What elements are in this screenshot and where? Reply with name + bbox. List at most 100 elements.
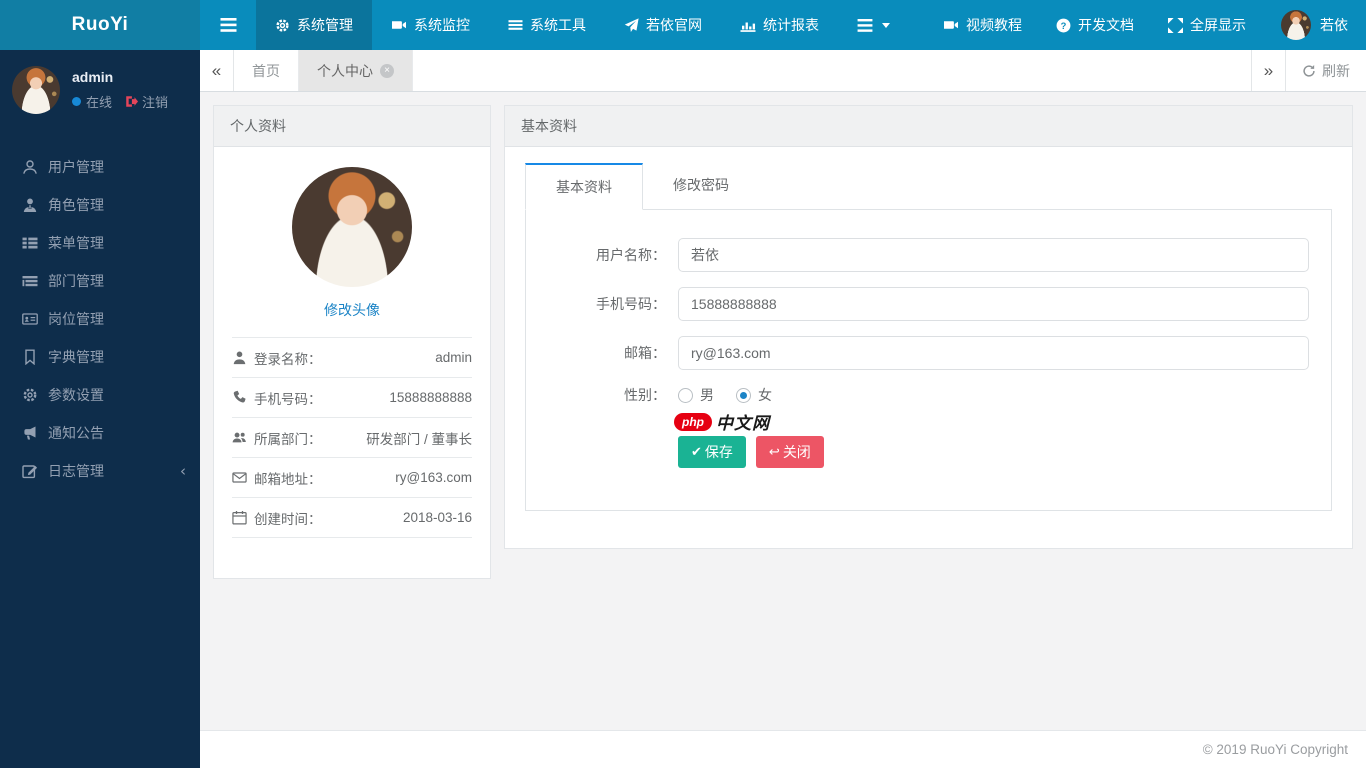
- profile-value-phone: 15888888888: [389, 390, 472, 405]
- list-item: 创建时间： 2018-03-16: [232, 498, 472, 538]
- sidebar-item-dept-manage[interactable]: 部门管理: [0, 262, 200, 300]
- profile-value-login-name: admin: [435, 350, 472, 365]
- calendar-icon: [232, 510, 247, 525]
- sidebar-toggle-button[interactable]: [200, 0, 256, 50]
- refresh-icon: [1302, 64, 1316, 78]
- sidebar-item-role-manage[interactable]: 角色管理: [0, 186, 200, 224]
- user-icon: [232, 350, 247, 365]
- topnav-item-system-manage[interactable]: 系统管理: [256, 0, 372, 50]
- user-icon: [22, 159, 38, 175]
- menu-list-icon: [22, 235, 38, 251]
- gender-radio-male[interactable]: 男: [678, 385, 714, 405]
- topnav-label: 统计报表: [763, 17, 819, 33]
- user-name: 若依: [1320, 17, 1348, 33]
- php-badge: php: [674, 412, 712, 431]
- sidebar-item-param-settings[interactable]: 参数设置: [0, 376, 200, 414]
- page-footer: © 2019 RuoYi Copyright: [200, 730, 1366, 768]
- change-avatar-link[interactable]: 修改头像: [232, 300, 472, 320]
- radio-icon: [678, 387, 693, 403]
- radio-checked-icon: [736, 387, 751, 403]
- page-tabs-bar: 首页 个人中心 刷新: [200, 50, 1366, 92]
- panel-title: 个人资料: [214, 106, 490, 147]
- reply-icon: ↩: [768, 444, 780, 460]
- topnav-item-report[interactable]: 统计报表: [721, 0, 838, 50]
- send-icon: [624, 17, 639, 33]
- topnav-label: 系统工具: [530, 17, 586, 33]
- tab-change-password[interactable]: 修改密码: [643, 163, 759, 209]
- sidebar-menu: 用户管理 角色管理 菜单管理 部门管理 岗位管理 字典管理 参数设置 通知公告 …: [0, 148, 200, 490]
- topnav-item-fullscreen[interactable]: 全屏显示: [1151, 0, 1263, 50]
- basic-info-panel: 基本资料 基本资料 修改密码 用户名称： 手机号码：: [504, 105, 1353, 549]
- video-icon: [943, 17, 959, 33]
- close-button[interactable]: ↩ 关闭: [755, 436, 824, 468]
- log-edit-icon: [22, 463, 38, 479]
- avatar[interactable]: [12, 66, 60, 114]
- sidebar-item-menu-manage[interactable]: 菜单管理: [0, 224, 200, 262]
- profile-value-email: ry@163.com: [395, 470, 472, 485]
- phone-icon: [232, 390, 247, 405]
- topnav-item-system-monitor[interactable]: 系统监控: [372, 0, 489, 50]
- list-item: 邮箱地址： ry@163.com: [232, 458, 472, 498]
- topnav-label: 系统管理: [297, 17, 353, 33]
- profile-avatar[interactable]: [292, 167, 412, 287]
- top-menu-right: 视频教程 ? 开发文档 全屏显示 若依: [926, 0, 1366, 50]
- field-label-gender: 性别：: [624, 387, 666, 403]
- mail-icon: [232, 470, 247, 485]
- bookmark-icon: [22, 349, 38, 365]
- top-menu: 系统管理 系统监控 系统工具 若依官网 统计报表: [256, 0, 909, 50]
- panel-title: 基本资料: [505, 106, 1352, 147]
- sidebar-profile: admin 在线 注销: [0, 50, 200, 124]
- role-icon: [22, 197, 38, 213]
- sidebar-item-post-manage[interactable]: 岗位管理: [0, 300, 200, 338]
- topnav-item-system-tools[interactable]: 系统工具: [489, 0, 605, 50]
- sidebar: admin 在线 注销 用户管理 角色管理 菜单管理 部门管理 岗位管理 字典管…: [0, 50, 200, 768]
- field-label-username: 用户名称：: [596, 247, 666, 263]
- topnav-label: 系统监控: [414, 17, 470, 33]
- sidebar-user-name: admin: [72, 69, 114, 85]
- form-tab-content: 用户名称： 手机号码： 邮箱： 性别：: [525, 210, 1332, 511]
- topnav-label: 开发文档: [1078, 17, 1134, 33]
- chevron-down-icon: [882, 22, 890, 28]
- user-dropdown[interactable]: 若依: [1263, 0, 1366, 50]
- sidebar-item-dict-manage[interactable]: 字典管理: [0, 338, 200, 376]
- tab-home[interactable]: 首页: [234, 50, 299, 91]
- sidebar-item-log-manage[interactable]: 日志管理 ‹: [0, 452, 200, 490]
- refresh-button[interactable]: 刷新: [1285, 50, 1366, 91]
- tabs-scroll-right-button[interactable]: [1251, 50, 1285, 91]
- profile-panel: 个人资料 修改头像 登录名称： admin 手机号码： 15888888888 …: [213, 105, 491, 579]
- username-input[interactable]: [678, 238, 1309, 272]
- email-input[interactable]: [678, 336, 1309, 370]
- list-item: 登录名称： admin: [232, 338, 472, 378]
- bullhorn-icon: [22, 425, 38, 441]
- list-item: 所属部门： 研发部门 / 董事长: [232, 418, 472, 458]
- phone-input[interactable]: [678, 287, 1309, 321]
- topnav-item-video-tutorial[interactable]: 视频教程: [926, 0, 1039, 50]
- sidebar-item-user-manage[interactable]: 用户管理: [0, 148, 200, 186]
- menu-lines-icon: [857, 18, 873, 32]
- online-dot-icon: [72, 97, 81, 106]
- gender-radio-female[interactable]: 女: [736, 385, 772, 405]
- tab-close-icon[interactable]: [380, 63, 394, 78]
- sidebar-item-notice[interactable]: 通知公告: [0, 414, 200, 452]
- settings-icon: [22, 387, 38, 403]
- more-menus-dropdown[interactable]: [838, 0, 909, 50]
- topnav-item-dev-docs[interactable]: ? 开发文档: [1039, 0, 1151, 50]
- brand-logo[interactable]: RuoYi: [0, 0, 200, 50]
- save-button[interactable]: ✔ 保存: [678, 436, 746, 468]
- profile-value-create-time: 2018-03-16: [402, 510, 472, 525]
- bar-chart-icon: [740, 18, 756, 33]
- tabs-scroll-left-button[interactable]: [200, 50, 234, 91]
- hamburger-icon: [220, 18, 237, 32]
- tools-list-icon: [508, 18, 523, 32]
- top-navbar: RuoYi 系统管理 系统监控 系统工具 若依官网 统计报表 视频教程 ? 开发…: [0, 0, 1366, 50]
- tab-profile-center[interactable]: 个人中心: [299, 50, 413, 91]
- field-label-email: 邮箱：: [624, 345, 666, 361]
- topnav-label: 若依官网: [646, 17, 702, 33]
- field-label-phone: 手机号码：: [596, 296, 666, 312]
- logout-link[interactable]: 注销: [125, 92, 168, 111]
- profile-value-dept: 研发部门 / 董事长: [366, 431, 472, 447]
- topnav-item-ruoyi-site[interactable]: 若依官网: [605, 0, 721, 50]
- work-area: 个人资料 修改头像 登录名称： admin 手机号码： 15888888888 …: [200, 92, 1366, 730]
- dept-tree-icon: [22, 273, 38, 289]
- tab-basic-info[interactable]: 基本资料: [525, 163, 643, 210]
